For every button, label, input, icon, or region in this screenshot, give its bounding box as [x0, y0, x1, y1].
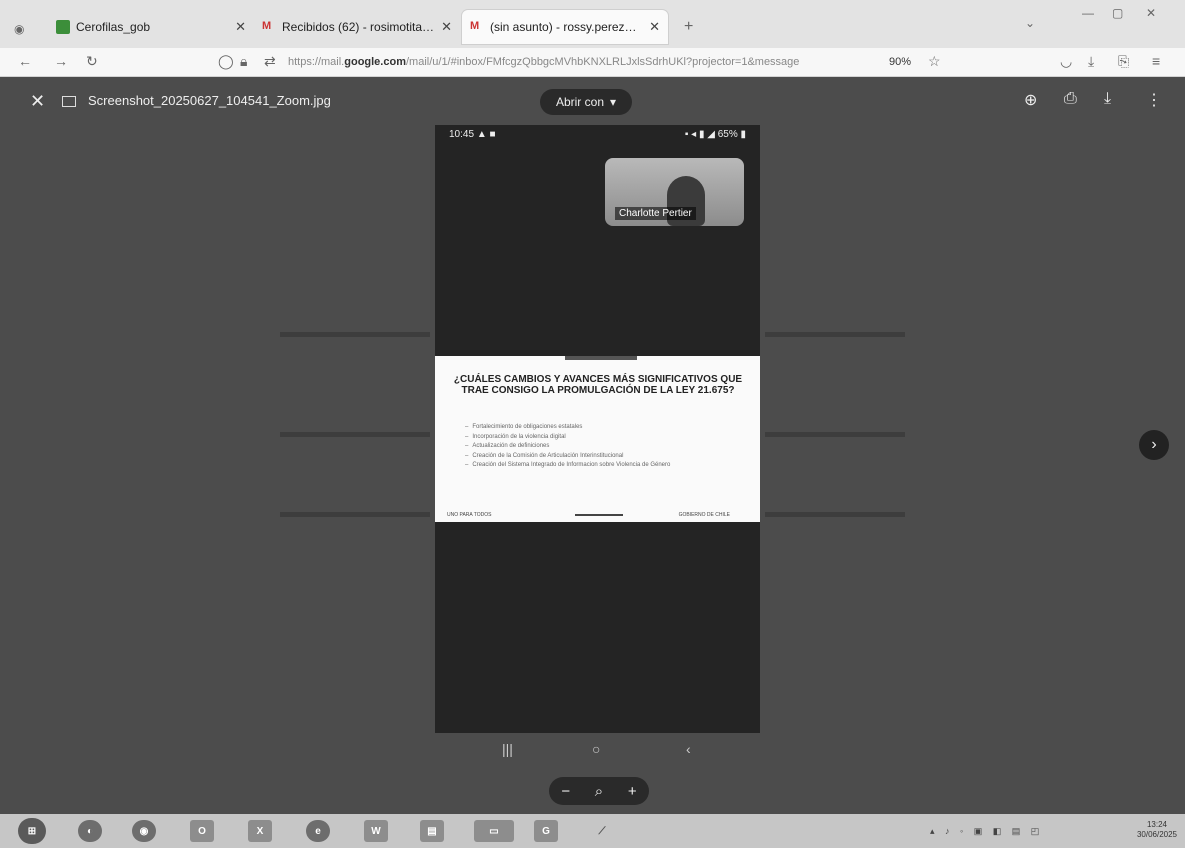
- battery-percent: 65%: [717, 129, 738, 140]
- close-window-icon[interactable]: ✕: [1146, 6, 1156, 20]
- zoom-magnifier-icon: ⌕: [594, 782, 604, 800]
- close-icon[interactable]: ✕: [649, 19, 660, 35]
- url-rest: /mail/u/1/#inbox/FMfcgzQbbgcMVhbKNXLRLJx…: [405, 56, 800, 68]
- zoom-in-button[interactable]: +: [628, 783, 637, 800]
- status-icons: ▲ ■: [476, 129, 496, 140]
- close-viewer-icon[interactable]: ✕: [30, 91, 45, 112]
- zoom-level-badge[interactable]: 90%: [889, 56, 911, 68]
- tab-sin-asunto[interactable]: M (sin asunto) - rossy.perezp14@ ✕: [462, 10, 668, 44]
- gmail-icon: M: [470, 20, 480, 32]
- system-tray-icons[interactable]: ▴ ♪ ◦ ▣ ◧ ▤ ◰: [930, 826, 1043, 837]
- forward-arrow-icon[interactable]: →: [54, 53, 68, 69]
- tab-label: (sin asunto) - rossy.perezp14@: [490, 20, 644, 34]
- lock-icon[interactable]: 🔒︎: [240, 53, 247, 70]
- extensions-icon[interactable]: ⎘: [1118, 53, 1129, 70]
- firefox-view-icon[interactable]: ◉: [14, 22, 24, 36]
- back-icon: ‹: [686, 741, 691, 757]
- maximize-icon[interactable]: ▢: [1112, 6, 1123, 20]
- tab-cerofilas[interactable]: Cerofilas_gob ✕: [48, 10, 254, 44]
- shield-icon[interactable]: ◯: [218, 53, 234, 70]
- download-icon[interactable]: ⤓: [1104, 90, 1111, 108]
- background-line: [765, 332, 905, 337]
- word-icon[interactable]: W: [364, 820, 388, 842]
- home-icon: ○: [592, 741, 601, 757]
- green-square-icon: [56, 20, 70, 34]
- new-tab-button[interactable]: +: [684, 18, 693, 36]
- caret-down-icon: ▾: [610, 95, 617, 109]
- url-domain: google.com: [344, 56, 406, 68]
- tab-recibidos[interactable]: M Recibidos (62) - rosimotita2021 ✕: [254, 10, 460, 44]
- background-line: [280, 332, 430, 337]
- battery-group: ▪ ◂ ▮ ◢ 65% ▮: [684, 129, 746, 140]
- phone-time: 10:45: [449, 129, 475, 140]
- firefox-icon[interactable]: ◐: [78, 820, 102, 842]
- close-icon[interactable]: ✕: [235, 19, 246, 35]
- chevron-down-icon[interactable]: ⌄: [1025, 16, 1035, 30]
- slide-footer-left: UNO PARA TODOS: [447, 512, 492, 518]
- slide-bullet: Creación de la Comisión de Articulación …: [465, 452, 670, 462]
- tab-label: Cerofilas_gob: [76, 20, 151, 34]
- outlook-icon[interactable]: O: [190, 820, 214, 842]
- gmail-icon: M: [262, 20, 272, 32]
- slide-top-bar: [565, 356, 637, 360]
- participant-name: Charlotte Pertier: [615, 207, 696, 220]
- pen-icon[interactable]: ⟋: [590, 820, 614, 842]
- slide-bullet: Creación del Sistema Integrado de Inform…: [465, 461, 670, 471]
- back-arrow-icon[interactable]: ←: [18, 53, 32, 69]
- background-line: [280, 432, 430, 437]
- url-prefix: https://mail.: [288, 56, 345, 68]
- image-file-icon: [62, 96, 76, 107]
- shared-slide: ¿CUÁLES CAMBIOS Y AVANCES MÁS SIGNIFICAT…: [435, 356, 760, 522]
- attachment-filename: Screenshot_20250627_104541_Zoom.jpg: [88, 93, 331, 108]
- slide-bullet: Incorporación de la violencia digital: [465, 433, 670, 443]
- download-icon[interactable]: ⤓: [1088, 53, 1094, 70]
- clock-date: 30/06/2025: [1136, 830, 1177, 839]
- open-with-label: Abrir con: [555, 95, 604, 109]
- open-with-button[interactable]: Abrir con ▾: [540, 89, 632, 115]
- attachment-image: 10:45 ▲ ■ ▪ ◂ ▮ ◢ 65% ▮ Charlotte Pertie…: [435, 125, 760, 733]
- phone-status-bar: 10:45 ▲ ■ ▪ ◂ ▮ ◢ 65% ▮: [449, 129, 746, 140]
- chrome-icon[interactable]: ◉: [132, 820, 156, 842]
- viewer-toolbar: ✕ Screenshot_20250627_104541_Zoom.jpg Ab…: [0, 77, 1185, 125]
- minimize-icon[interactable]: —: [1082, 6, 1094, 20]
- start-button-icon[interactable]: ⊞: [18, 818, 46, 844]
- pocket-icon[interactable]: ◡: [1060, 53, 1072, 70]
- file-explorer-icon[interactable]: ▤: [420, 820, 444, 842]
- more-options-icon[interactable]: ⋮: [1146, 90, 1162, 110]
- menu-icon[interactable]: ≡: [1152, 53, 1160, 69]
- app-icon[interactable]: G: [534, 820, 558, 842]
- add-to-drive-icon[interactable]: ⊕: [1024, 90, 1037, 110]
- next-attachment-button[interactable]: ›: [1139, 430, 1169, 460]
- slide-bullet: Actualización de definiciones: [465, 442, 670, 452]
- background-line: [765, 432, 905, 437]
- slide-footer-line: [575, 514, 623, 516]
- tab-label: Recibidos (62) - rosimotita2021: [282, 20, 436, 34]
- windows-taskbar: ⊞ ◐ ◉ O X e W ▤ ▭ G ⟋ ▴ ♪ ◦ ▣ ◧ ▤ ◰ 13:2…: [0, 814, 1185, 848]
- background-line: [765, 512, 905, 517]
- navigation-bar: ← → ↻ ◯ 🔒︎ ⇄ https://mail.google.com/mai…: [0, 48, 1185, 77]
- slide-footer-right: GOBIERNO DE CHILE: [678, 512, 730, 518]
- edge-icon[interactable]: e: [306, 820, 330, 842]
- recent-apps-icon: |||: [502, 741, 513, 757]
- permissions-icon[interactable]: ⇄: [264, 53, 276, 70]
- slide-title: ¿CUÁLES CAMBIOS Y AVANCES MÁS SIGNIFICAT…: [453, 374, 743, 396]
- zoom-out-button[interactable]: −: [561, 783, 570, 800]
- address-bar[interactable]: https://mail.google.com/mail/u/1/#inbox/…: [288, 56, 799, 68]
- slide-bullet: Fortalecimiento de obligaciones estatale…: [465, 423, 670, 433]
- attachment-viewer: ✕ Screenshot_20250627_104541_Zoom.jpg Ab…: [0, 77, 1185, 814]
- background-line: [280, 512, 430, 517]
- slide-bullet-list: Fortalecimiento de obligaciones estatale…: [465, 423, 670, 471]
- participant-video-tile: Charlotte Pertier: [605, 158, 744, 226]
- scanner-icon[interactable]: ▭: [474, 820, 514, 842]
- reload-icon[interactable]: ↻: [86, 53, 98, 70]
- close-icon[interactable]: ✕: [441, 19, 452, 35]
- bookmark-star-icon[interactable]: ☆: [928, 53, 941, 70]
- zoom-controls: − ⌕ +: [549, 777, 649, 805]
- excel-icon[interactable]: X: [248, 820, 272, 842]
- system-clock[interactable]: 13:24 30/06/2025: [1137, 820, 1177, 840]
- print-icon[interactable]: ⎙: [1064, 90, 1077, 108]
- clock-time: 13:24: [1146, 820, 1167, 829]
- browser-tab-bar: ◉ Cerofilas_gob ✕ M Recibidos (62) - ros…: [0, 0, 1185, 48]
